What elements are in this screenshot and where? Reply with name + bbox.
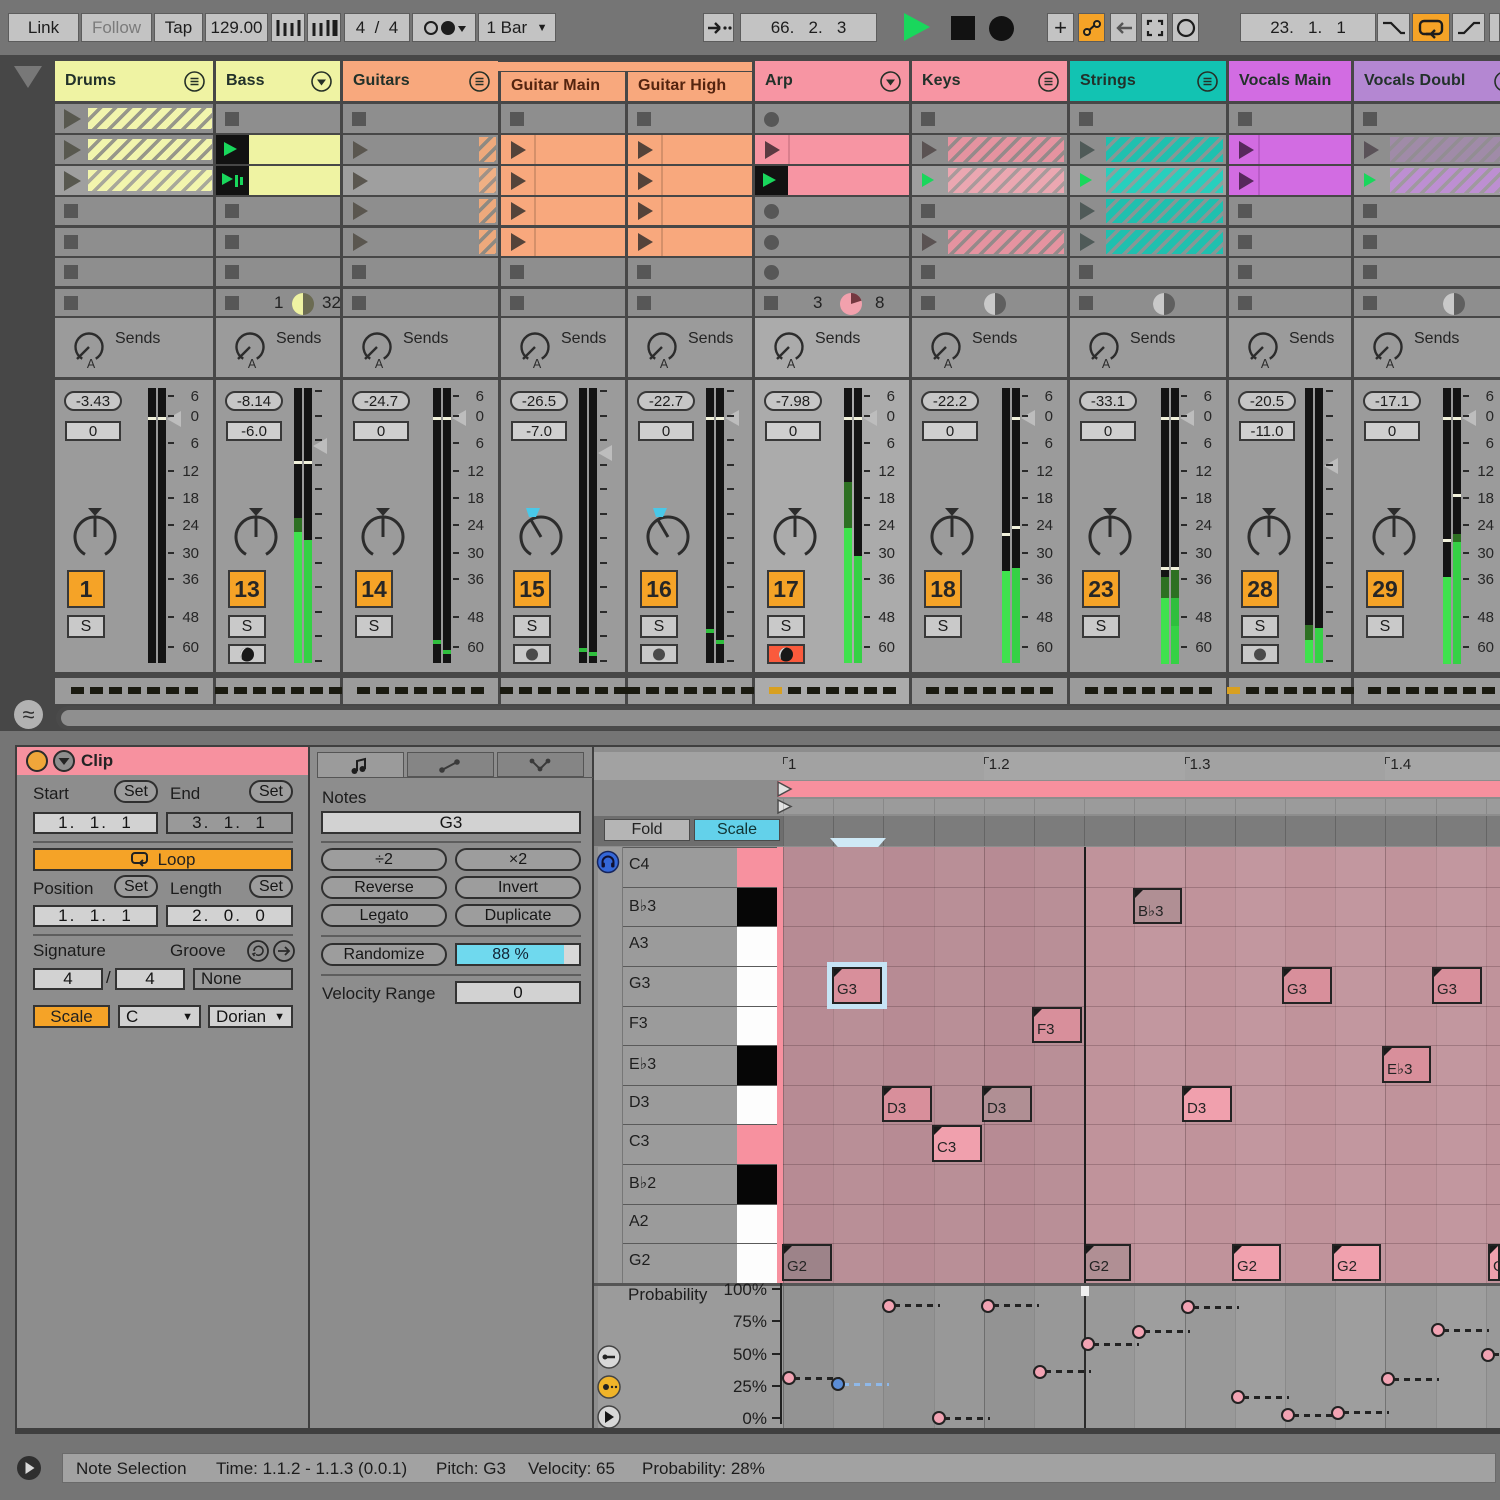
svg-text:A: A bbox=[944, 357, 953, 371]
svg-text:A: A bbox=[1102, 357, 1111, 371]
svg-text:A: A bbox=[1386, 357, 1395, 371]
svg-text:A: A bbox=[375, 357, 384, 371]
svg-text:A: A bbox=[248, 357, 257, 371]
svg-text:A: A bbox=[533, 357, 542, 371]
svg-text:A: A bbox=[1261, 357, 1270, 371]
svg-text:A: A bbox=[787, 357, 796, 371]
svg-text:A: A bbox=[660, 357, 669, 371]
svg-text:A: A bbox=[87, 357, 96, 371]
